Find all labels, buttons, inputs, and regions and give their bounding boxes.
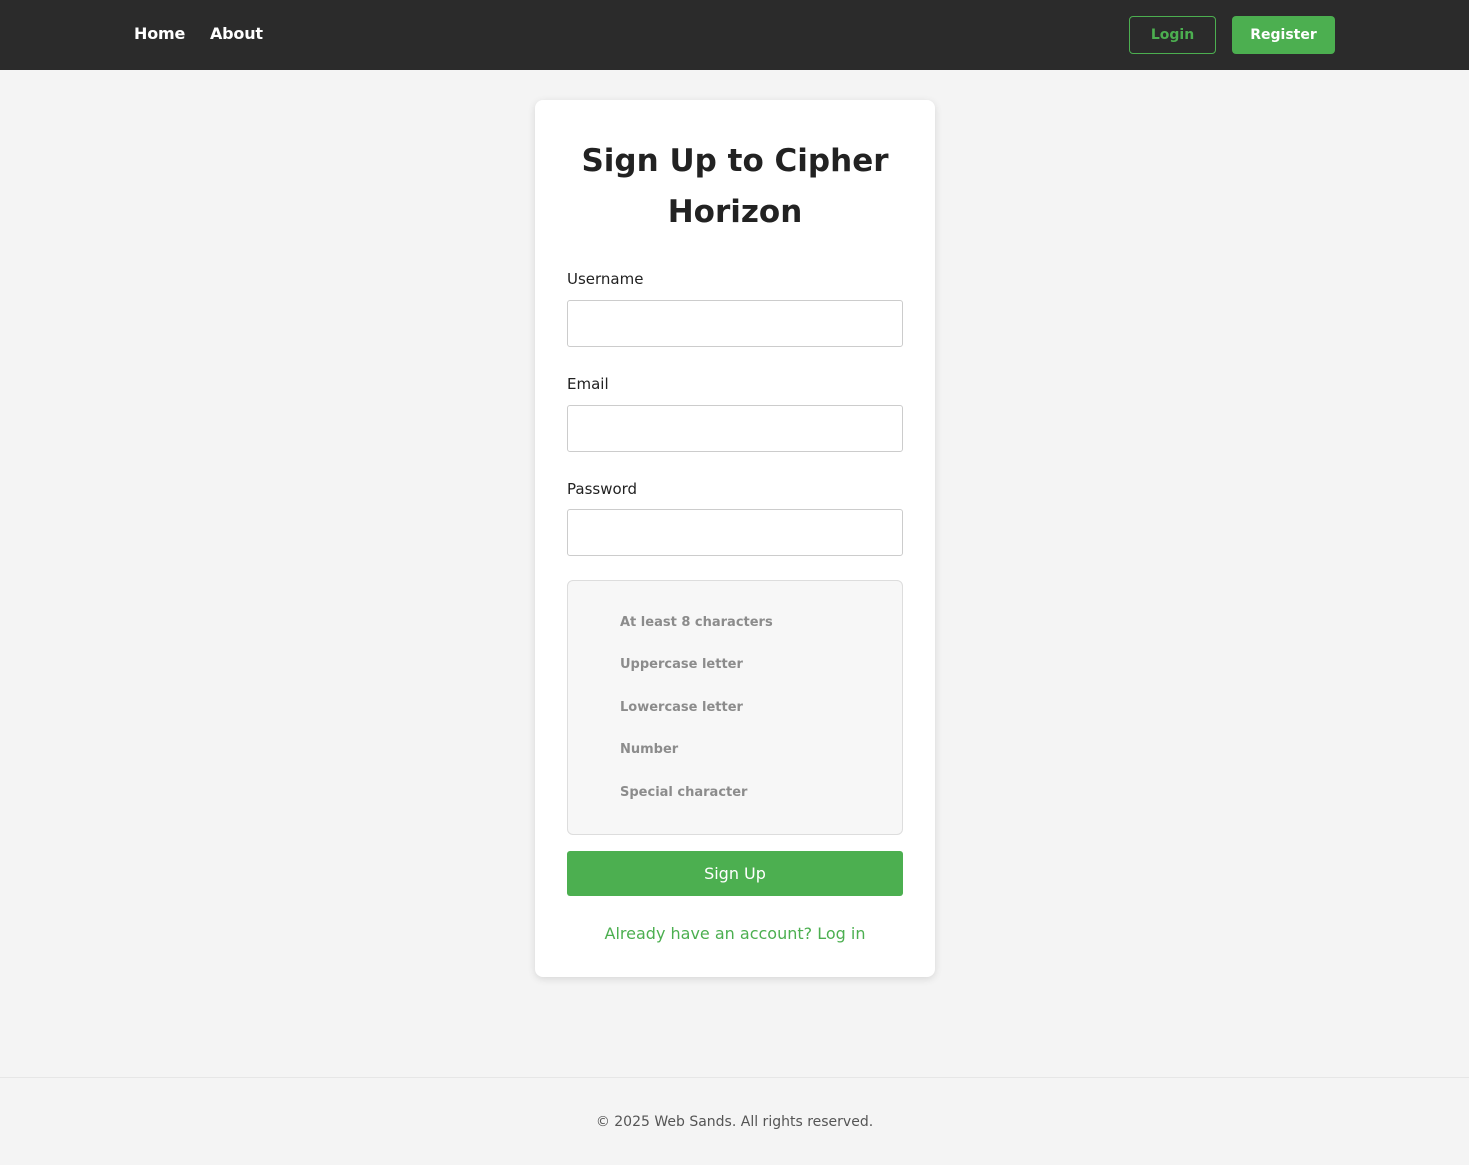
requirement-uppercase: Uppercase letter <box>620 657 743 672</box>
password-input[interactable] <box>567 509 903 556</box>
nav-about-link[interactable]: About <box>210 24 263 43</box>
signup-title: Sign Up to Cipher Horizon <box>581 143 889 230</box>
login-link[interactable]: Already have an account? Log in <box>535 924 935 943</box>
nav-home-link[interactable]: Home <box>134 24 185 43</box>
requirement-lowercase: Lowercase letter <box>620 700 743 715</box>
requirement-special: Special character <box>620 785 748 800</box>
email-label: Email <box>567 375 609 393</box>
password-label: Password <box>567 480 638 498</box>
username-label: Username <box>567 270 644 288</box>
signup-button[interactable]: Sign Up <box>567 851 903 896</box>
login-button[interactable]: Login <box>1129 16 1216 54</box>
email-input[interactable] <box>567 405 903 452</box>
password-requirements: At least 8 characters Uppercase letter L… <box>567 580 903 835</box>
requirement-length: At least 8 characters <box>620 615 773 630</box>
top-navbar: Home About Login Register <box>0 0 1469 70</box>
username-input[interactable] <box>567 300 903 347</box>
requirement-number: Number <box>620 742 679 757</box>
register-button[interactable]: Register <box>1232 16 1335 54</box>
footer: © 2025 Web Sands. All rights reserved. <box>0 1077 1469 1165</box>
signup-card: Sign Up to Cipher Horizon Username Email… <box>535 100 935 977</box>
footer-copyright: © 2025 Web Sands. All rights reserved. <box>595 1114 874 1130</box>
